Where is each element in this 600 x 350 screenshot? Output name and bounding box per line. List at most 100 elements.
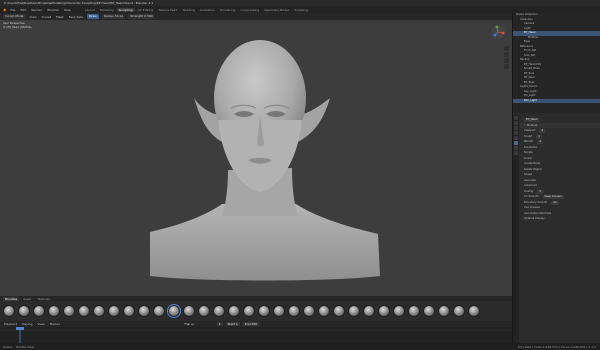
status-bar: Select Rotate View Elf_Head | Verts 1,04… bbox=[0, 343, 600, 350]
property-value[interactable]: Keep Corners bbox=[542, 195, 564, 199]
workspace-tab[interactable]: Layout bbox=[83, 8, 97, 12]
brush-icon[interactable] bbox=[18, 305, 30, 317]
brush-icon[interactable] bbox=[393, 305, 405, 317]
timeline-menu-item[interactable]: View bbox=[36, 322, 45, 326]
outliner-item-label: Multires bbox=[528, 35, 539, 39]
workspace-tab[interactable]: Animation bbox=[198, 8, 217, 12]
strength-field[interactable]: Strength 0.500 bbox=[128, 14, 155, 19]
outliner-item-label: Elf_Bust bbox=[524, 80, 535, 84]
outliner[interactable]: Scene Collection Collection Camera Light Elf… bbox=[513, 13, 600, 113]
outliner-item-label: Fill_Light bbox=[524, 94, 536, 97]
property-value[interactable]: 4 bbox=[539, 129, 546, 133]
viewport-menu-item[interactable]: Mask bbox=[55, 15, 65, 19]
shelf-tab[interactable]: Brushes bbox=[3, 296, 20, 301]
brush-icon[interactable] bbox=[33, 305, 45, 317]
workspace-tab[interactable]: Rendering bbox=[218, 8, 237, 12]
property-value[interactable]: 4 bbox=[536, 134, 542, 139]
brush-icon[interactable] bbox=[363, 305, 375, 317]
brush-icon[interactable] bbox=[378, 305, 390, 317]
timeline-menu-item[interactable]: Marker bbox=[49, 322, 61, 326]
brush-icon[interactable] bbox=[288, 305, 300, 317]
3d-viewport[interactable]: User Perspective (1) Elf_Head | Multires bbox=[0, 20, 512, 296]
brush-icon[interactable] bbox=[243, 305, 255, 317]
brush-icon[interactable] bbox=[183, 305, 195, 317]
menu-item-window[interactable]: Window bbox=[46, 8, 60, 12]
brush-icon[interactable] bbox=[333, 305, 345, 317]
workspace-tab[interactable]: Shading bbox=[181, 8, 197, 12]
render-tab-icon[interactable] bbox=[514, 121, 518, 125]
brush-icon[interactable] bbox=[48, 305, 60, 317]
workspace-tab[interactable]: Scripting bbox=[293, 8, 310, 12]
workspace-tab[interactable]: Compositing bbox=[238, 8, 261, 12]
brush-icon[interactable] bbox=[153, 305, 165, 317]
material-tab-icon[interactable] bbox=[514, 151, 518, 155]
shelf-tab[interactable]: Textures bbox=[35, 297, 52, 301]
workspace-tab[interactable]: UV Editing bbox=[136, 8, 156, 12]
viewport-menu-item[interactable]: Sculpt bbox=[41, 15, 52, 19]
play-icon[interactable]: ▶ bbox=[188, 322, 190, 326]
brush-icon[interactable] bbox=[273, 305, 285, 317]
timeline-menu-item[interactable]: Playback bbox=[3, 322, 18, 326]
timeline-area[interactable] bbox=[0, 327, 512, 343]
physics-tab-icon[interactable] bbox=[514, 146, 518, 150]
workspace-tab[interactable]: Modeling bbox=[98, 8, 116, 12]
property-label: Delete Higher bbox=[524, 167, 542, 171]
brush-icon[interactable] bbox=[408, 305, 420, 317]
radius-field[interactable]: Radius 50 px bbox=[101, 14, 126, 19]
brush-icon[interactable] bbox=[303, 305, 315, 317]
workspace-tab[interactable]: Texture Paint bbox=[156, 8, 179, 12]
brush-icon[interactable] bbox=[198, 305, 210, 317]
property-value[interactable]: 4 bbox=[537, 140, 543, 144]
brush-icon[interactable] bbox=[468, 305, 480, 317]
brush-icon[interactable] bbox=[3, 305, 15, 317]
brush-icon[interactable] bbox=[348, 305, 360, 317]
outliner-item-label: Sculpt_Base bbox=[524, 67, 540, 70]
modifier-wrench-icon[interactable] bbox=[514, 141, 518, 145]
brush-icon[interactable] bbox=[78, 305, 90, 317]
brush-icon[interactable] bbox=[423, 305, 435, 317]
jump-end-icon[interactable]: ⏭ bbox=[191, 322, 194, 326]
brush-icon[interactable] bbox=[318, 305, 330, 317]
jump-start-icon[interactable]: ⏮ bbox=[184, 322, 187, 326]
start-frame-field[interactable]: Start 1 bbox=[225, 322, 240, 326]
brush-icon[interactable] bbox=[93, 305, 105, 317]
blender-logo-icon[interactable]: ◉ bbox=[3, 7, 7, 12]
property-value[interactable]: All bbox=[551, 200, 559, 205]
brush-icon[interactable] bbox=[138, 305, 150, 317]
menu-item-file[interactable]: File bbox=[10, 8, 17, 12]
shelf-tab[interactable]: Asset bbox=[21, 297, 33, 301]
mode-selector[interactable]: Sculpt Mode bbox=[3, 14, 26, 19]
brush-icon[interactable] bbox=[108, 305, 120, 317]
end-frame-field[interactable]: End 250 bbox=[242, 322, 260, 326]
menu-item-edit[interactable]: Edit bbox=[20, 8, 28, 12]
outliner-item-label: Collection bbox=[520, 17, 533, 21]
brush-selector[interactable]: Draw bbox=[86, 14, 99, 19]
object-tab-icon[interactable] bbox=[514, 136, 518, 140]
property-value[interactable]: 4 bbox=[537, 189, 543, 194]
brush-icon[interactable] bbox=[228, 305, 240, 317]
brush-icon[interactable] bbox=[453, 305, 465, 317]
output-tab-icon[interactable] bbox=[514, 126, 518, 130]
timeline-menu-item[interactable]: Keying bbox=[21, 322, 33, 326]
outliner-item[interactable]: Rim_Light bbox=[513, 98, 600, 103]
outliner-item-label: Side_Ref bbox=[524, 53, 536, 57]
menu-item-render[interactable]: Render bbox=[30, 8, 43, 12]
current-frame-field[interactable]: 1 bbox=[216, 322, 223, 326]
menu-item-help[interactable]: Help bbox=[63, 8, 72, 12]
viewport-menu-item[interactable]: Face Sets bbox=[68, 15, 84, 19]
brush-icon[interactable] bbox=[167, 304, 181, 318]
brush-icon[interactable] bbox=[123, 305, 135, 317]
tool-tab-icon[interactable] bbox=[514, 116, 518, 120]
brush-icon[interactable] bbox=[258, 305, 270, 317]
brush-icon[interactable] bbox=[63, 305, 75, 317]
viewport-menu-item[interactable]: View bbox=[29, 15, 38, 19]
modifier-settings: Viewport 4 Sculpt 4 Render 4 Subdivide Simple Li… bbox=[520, 128, 600, 222]
scene-tab-icon[interactable] bbox=[514, 131, 518, 135]
brush-icon[interactable] bbox=[438, 305, 450, 317]
brush-shelf bbox=[0, 301, 512, 321]
elf-head-sculpt[interactable] bbox=[0, 20, 512, 296]
object-name-field[interactable]: Elf_Head bbox=[524, 118, 540, 122]
workspace-tab[interactable]: Sculpting bbox=[116, 7, 135, 12]
brush-icon[interactable] bbox=[213, 305, 225, 317]
workspace-tab[interactable]: Geometry Nodes bbox=[262, 8, 291, 12]
